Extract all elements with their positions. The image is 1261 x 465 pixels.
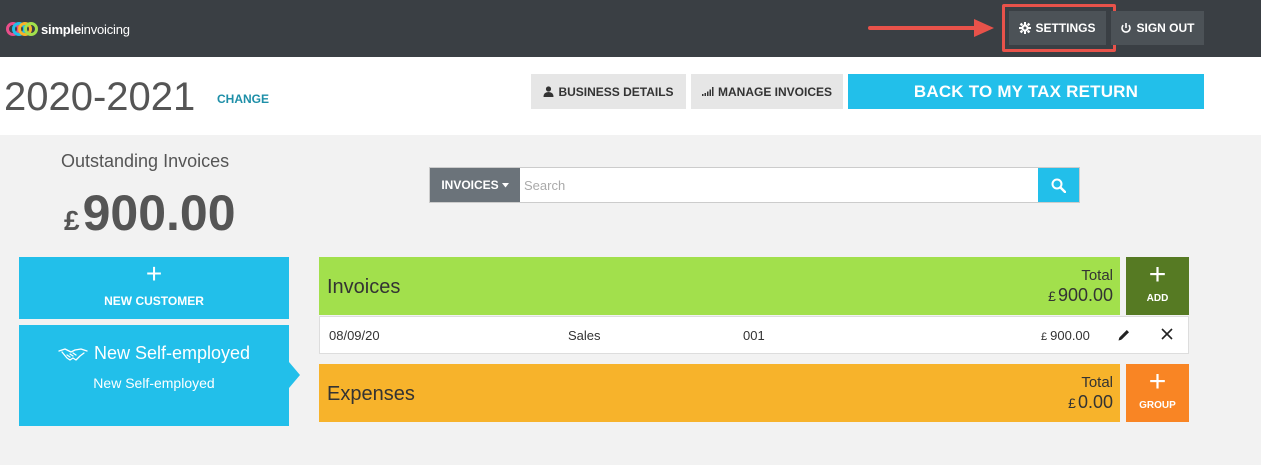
new-customer-label: NEW CUSTOMER — [104, 294, 204, 308]
outstanding-amount: £ 900.00 — [64, 184, 236, 242]
invoices-total-amount: £ 900.00 — [1048, 285, 1113, 306]
expenses-section-header: Expenses Total £ 0.00 — [319, 364, 1120, 422]
group-label: GROUP — [1139, 400, 1176, 411]
pencil-icon[interactable] — [1117, 328, 1131, 342]
invoices-total-value: 900.00 — [1057, 285, 1113, 305]
search-icon — [1051, 178, 1066, 193]
customer-card-selected[interactable]: New Self-employed New Self-employed — [19, 325, 300, 426]
close-icon[interactable] — [1160, 327, 1174, 341]
expenses-total-amount: £ 0.00 — [1068, 392, 1113, 413]
plus-icon: + — [1148, 365, 1167, 398]
caret-down-icon — [501, 182, 509, 187]
expenses-total-value: 0.00 — [1077, 392, 1113, 412]
expenses-total-currency: £ — [1068, 395, 1076, 411]
logo-text: simpleinvoicing — [41, 21, 130, 37]
header-row: 2020-2021 CHANGE BUSINESS DETAILS MANAGE… — [0, 57, 1261, 135]
invoices-title: Invoices — [327, 276, 401, 298]
invoices-total-currency: £ — [1048, 288, 1056, 304]
invoice-type: Sales — [568, 328, 601, 343]
invoice-date: 08/09/20 — [329, 328, 380, 343]
app-logo[interactable]: simpleinvoicing — [6, 17, 130, 41]
signal-bars-icon — [701, 87, 714, 96]
search-button[interactable] — [1038, 168, 1079, 202]
manage-invoices-button[interactable]: MANAGE INVOICES — [691, 74, 843, 109]
plus-icon: + — [1148, 258, 1167, 291]
customer-card-subtitle: New Self-employed — [93, 375, 215, 391]
invoice-amount-value: 900.00 — [1050, 328, 1090, 343]
top-bar: simpleinvoicing SETTINGS SIGN OUT — [0, 0, 1261, 57]
manage-invoices-label: MANAGE INVOICES — [717, 84, 832, 99]
invoice-number: 001 — [743, 328, 765, 343]
back-to-tax-return-button[interactable]: BACK TO MY TAX RETURN — [848, 74, 1204, 109]
outstanding-invoices-label: Outstanding Invoices — [61, 151, 230, 171]
annotation-arrow-head — [974, 19, 994, 37]
add-invoice-button[interactable]: + ADD — [1126, 257, 1189, 315]
user-icon — [543, 86, 554, 97]
selected-pointer — [289, 362, 300, 388]
annotation-arrow-shaft — [868, 26, 978, 30]
power-icon — [1121, 23, 1132, 33]
invoices-total-label: Total — [1081, 267, 1113, 284]
search-type-dropdown[interactable]: INVOICES — [430, 168, 520, 202]
sign-out-label: SIGN OUT — [1136, 21, 1195, 35]
search-input[interactable] — [520, 168, 1038, 202]
expenses-total-label: Total — [1081, 374, 1113, 391]
invoice-currency: £ — [1041, 331, 1048, 343]
expenses-title: Expenses — [327, 383, 415, 405]
customer-card-title: New Self-employed — [19, 343, 289, 364]
business-details-button[interactable]: BUSINESS DETAILS — [531, 74, 686, 109]
outstanding-currency: £ — [64, 205, 80, 236]
tax-year-title: 2020-2021 — [4, 75, 196, 119]
handshake-icon — [58, 347, 88, 361]
add-expense-group-button[interactable]: + GROUP — [1126, 364, 1189, 422]
settings-highlight-annotation — [1002, 4, 1116, 52]
search-type-label: INVOICES — [441, 178, 499, 192]
business-details-label: BUSINESS DETAILS — [558, 84, 674, 99]
customer-card-title-text: New Self-employed — [93, 343, 251, 363]
new-customer-button[interactable]: + NEW CUSTOMER — [19, 257, 289, 319]
sign-out-button[interactable]: SIGN OUT — [1111, 11, 1204, 45]
table-row[interactable]: 08/09/20 Sales 001 £ 900.00 — [319, 316, 1189, 354]
logo-mark-icon — [6, 19, 40, 39]
search-bar: INVOICES — [429, 167, 1080, 203]
invoice-amount: £ 900.00 — [1041, 328, 1090, 343]
outstanding-value: 900.00 — [82, 185, 236, 241]
plus-icon: + — [145, 258, 163, 289]
change-year-link[interactable]: CHANGE — [217, 92, 269, 106]
add-label: ADD — [1146, 293, 1169, 304]
invoices-section-header: Invoices Total £ 900.00 — [319, 257, 1120, 315]
